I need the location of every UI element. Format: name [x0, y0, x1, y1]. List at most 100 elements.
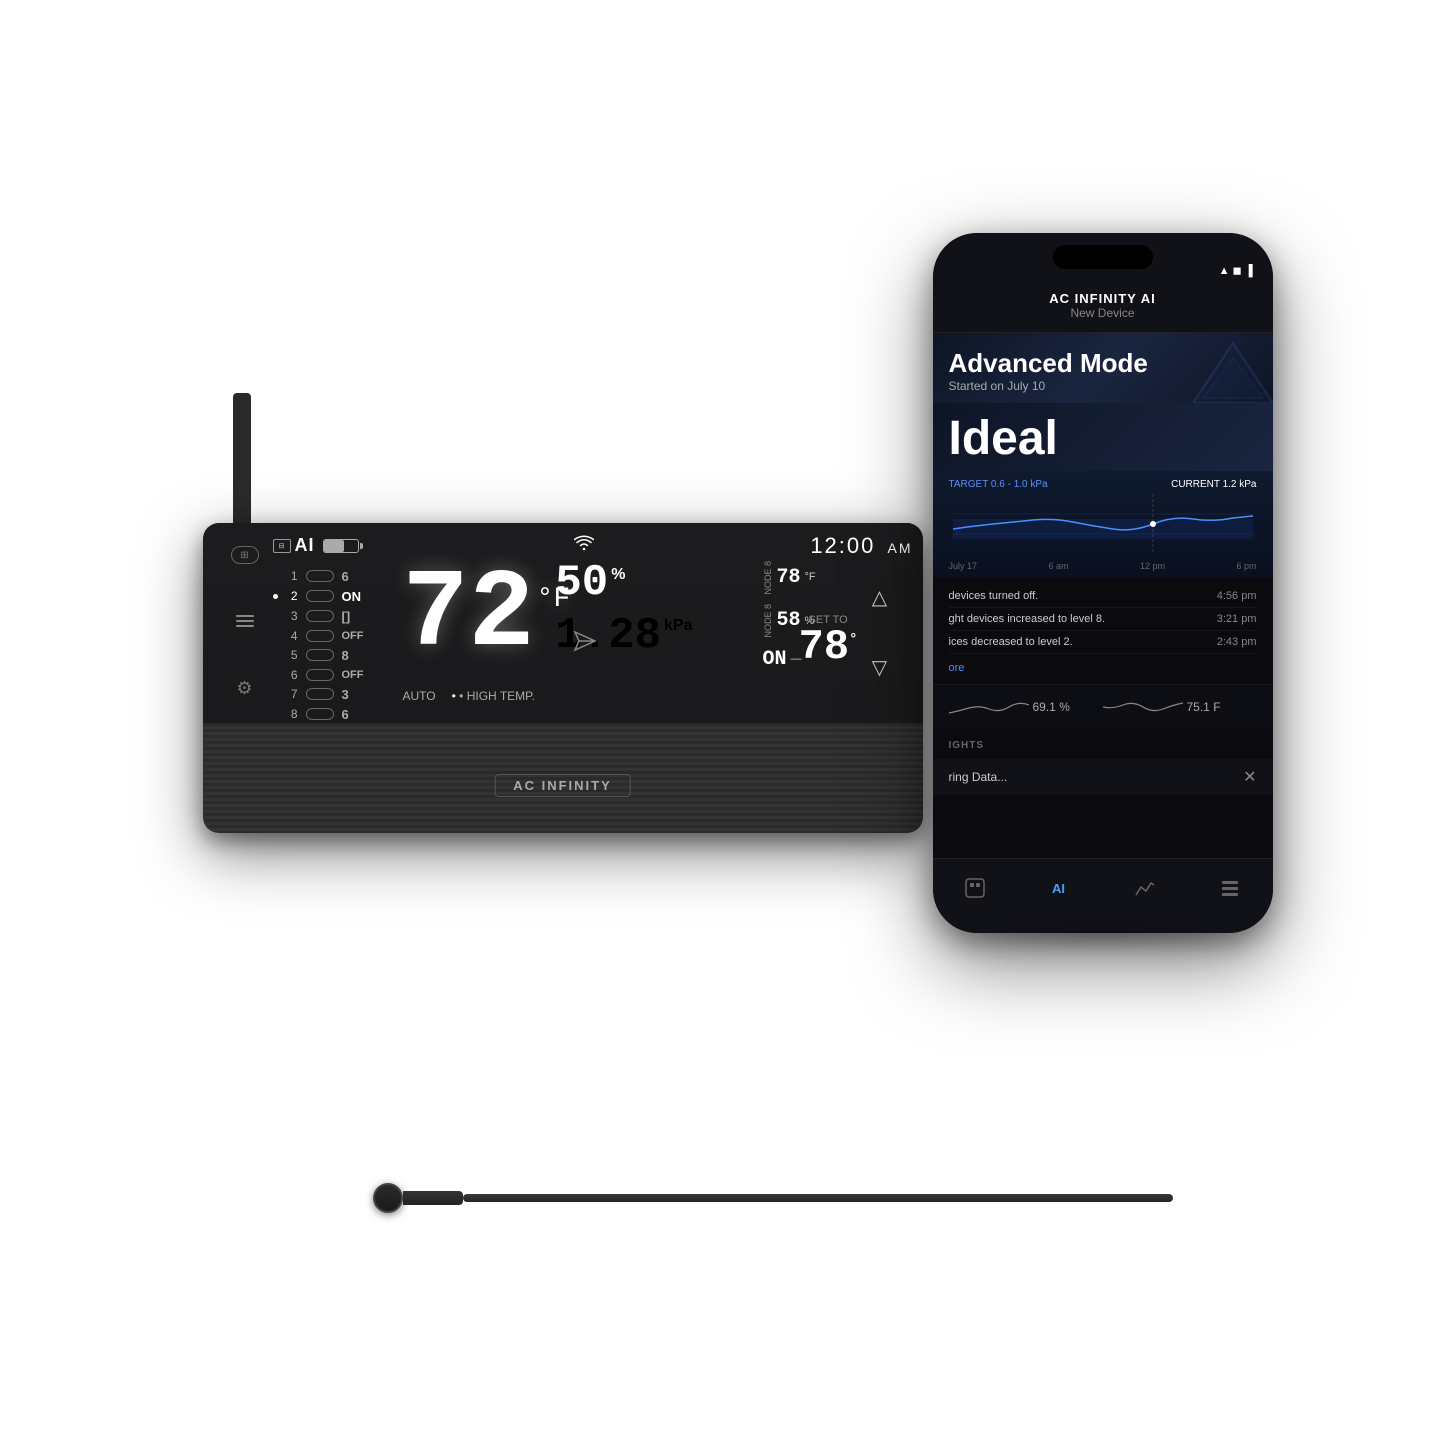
sensor-item-temp: NODE 8 78 °F: [763, 561, 853, 595]
app-header: ‹ AC INFINITY AI New Device: [933, 283, 1273, 333]
sensor1-unit: °F: [805, 571, 816, 583]
sensor3-value: ON: [763, 648, 787, 671]
phone-screen: ▲ ◼ ▐ ‹ AC INFINITY AI New Device: [933, 233, 1273, 933]
arrows-column: △ ▽: [865, 583, 895, 683]
channel-list: 1 6 2 ON 3 []: [273, 569, 370, 722]
ideal-status: Ideal: [949, 415, 1257, 463]
set-to-value: 78°: [799, 626, 858, 668]
phone-shadow: [950, 923, 1256, 943]
activity-log: devices turned off. 4:56 pm ght devices …: [933, 577, 1273, 684]
sensor1-label: NODE 8: [763, 561, 773, 595]
settings-icon[interactable]: ⚙: [236, 678, 252, 699]
up-arrow-button[interactable]: △: [865, 583, 895, 613]
channel-row-7: 7 3: [273, 687, 370, 702]
send-icon: [573, 630, 597, 658]
nav-item-list[interactable]: [1219, 877, 1241, 905]
down-arrow-button[interactable]: ▽: [865, 653, 895, 683]
sensor-graph-1: 69.1 %: [949, 693, 1103, 721]
activity-item-1: devices turned off. 4:56 pm: [949, 585, 1257, 608]
chart-nav-icon: [1134, 877, 1156, 905]
chart-labels: TARGET 0.6 - 1.0 kPa CURRENT 1.2 kPa: [949, 479, 1257, 490]
insights-section: IGHTS: [933, 729, 1273, 759]
chart-current-label: CURRENT 1.2 kPa: [1171, 479, 1256, 490]
loading-bar: ring Data... ✕: [933, 759, 1273, 795]
channel-row-1: 1 6: [273, 569, 370, 584]
app-content: Advanced Mode Started on July 10 Ideal T…: [933, 333, 1273, 796]
time-display: 12:00 AM: [810, 533, 912, 559]
controller-reflection: [203, 833, 923, 873]
pressure-unit: kPa: [664, 617, 692, 635]
sensor-val-1: 69.1 %: [1033, 700, 1070, 714]
sensor-probe: [373, 1183, 1173, 1213]
probe-connector: [403, 1191, 463, 1205]
sensor-graph-2: 75.1 F: [1103, 693, 1257, 721]
chart-time-0: July 17: [949, 561, 978, 571]
channel-row-2: 2 ON: [273, 589, 370, 604]
profile-nav-icon: [964, 877, 986, 905]
list-nav-icon: [1219, 877, 1241, 905]
mode-card: Advanced Mode Started on July 10: [933, 333, 1273, 404]
activity-text-3: ices decreased to level 2.: [949, 636, 1209, 648]
chart-time-3: 6 pm: [1236, 561, 1256, 571]
mode-card-bg-icon: [1183, 333, 1273, 404]
phone-notch: [1053, 245, 1153, 269]
close-button[interactable]: ✕: [1243, 767, 1256, 787]
battery-icon: [323, 539, 359, 553]
link-icon: ⊞: [231, 546, 259, 564]
scene: ⊞ ⚙ ⊟: [173, 173, 1273, 1273]
probe-head: [373, 1183, 403, 1213]
activity-item-2: ght devices increased to level 8. 3:21 p…: [949, 608, 1257, 631]
port-1: [306, 570, 334, 582]
port-3: [306, 610, 334, 622]
channel-row-4: 4 OFF: [273, 629, 370, 643]
chart-time-labels: July 17 6 am 12 pm 6 pm: [949, 561, 1257, 571]
port-8: [306, 708, 334, 720]
loading-text: ring Data...: [949, 770, 1008, 784]
controller-device: ⊞ ⚙ ⊟: [203, 523, 923, 833]
left-icons-panel: ⊞ ⚙: [231, 523, 259, 723]
top-row: ⊟ AI: [273, 533, 913, 559]
bottom-nav: AI: [933, 858, 1273, 933]
menu-icon[interactable]: [232, 611, 258, 631]
insights-label: IGHTS: [949, 740, 985, 751]
set-to-display: SET TO 78°: [799, 614, 858, 668]
controller-glossy: ⊞ ⚙ ⊟: [203, 523, 923, 723]
phone-outer: ▲ ◼ ▐ ‹ AC INFINITY AI New Device: [933, 233, 1273, 933]
port-2: [306, 590, 334, 602]
activity-time-2: 3:21 pm: [1217, 613, 1257, 625]
display-area: ⊟ AI: [273, 533, 913, 718]
phone-device: ▲ ◼ ▐ ‹ AC INFINITY AI New Device: [933, 233, 1273, 933]
high-temp-label: • HIGH TEMP.: [452, 689, 535, 703]
ai-label: AI: [295, 535, 315, 556]
activity-time-3: 2:43 pm: [1217, 636, 1257, 648]
ideal-section: Ideal: [933, 403, 1273, 471]
more-link[interactable]: ore: [949, 658, 1257, 676]
activity-text-2: ght devices increased to level 8.: [949, 613, 1209, 625]
activity-text-1: devices turned off.: [949, 590, 1209, 602]
chart-time-2: 12 pm: [1140, 561, 1165, 571]
probe-cable: [463, 1194, 1173, 1202]
sensor-strip: 69.1 % 75.1 F: [933, 684, 1273, 729]
channel-row-8: 8 6: [273, 707, 370, 722]
wifi-icon: [574, 535, 594, 556]
mode-labels: AUTO • HIGH TEMP.: [403, 689, 535, 703]
sensor2-value: 58: [777, 609, 801, 632]
nav-item-ai[interactable]: AI: [1049, 877, 1071, 905]
sensor1-value: 78: [777, 566, 801, 589]
activity-item-3: ices decreased to level 2. 2:43 pm: [949, 631, 1257, 654]
svg-text:AI: AI: [1052, 881, 1065, 896]
app-brand: AC INFINITY AI: [1049, 291, 1155, 306]
port-icon: ⊟: [279, 542, 285, 550]
channel-row-3: 3 []: [273, 609, 370, 624]
controller-ribbed-bottom: AC INFINITY: [203, 723, 923, 833]
chart-target-label: TARGET 0.6 - 1.0 kPa: [949, 479, 1048, 490]
sensor2-label: NODE 8: [763, 604, 773, 638]
chart-area: TARGET 0.6 - 1.0 kPa CURRENT 1.2 kPa: [933, 471, 1273, 577]
chart-time-1: 6 am: [1049, 561, 1069, 571]
nav-item-profile[interactable]: [964, 877, 986, 905]
time-period: AM: [888, 540, 913, 556]
sensor-val-2: 75.1 F: [1187, 700, 1221, 714]
nav-item-chart[interactable]: [1134, 877, 1156, 905]
brand-label: AC INFINITY: [494, 774, 631, 797]
auto-mode-label: AUTO: [403, 689, 436, 703]
